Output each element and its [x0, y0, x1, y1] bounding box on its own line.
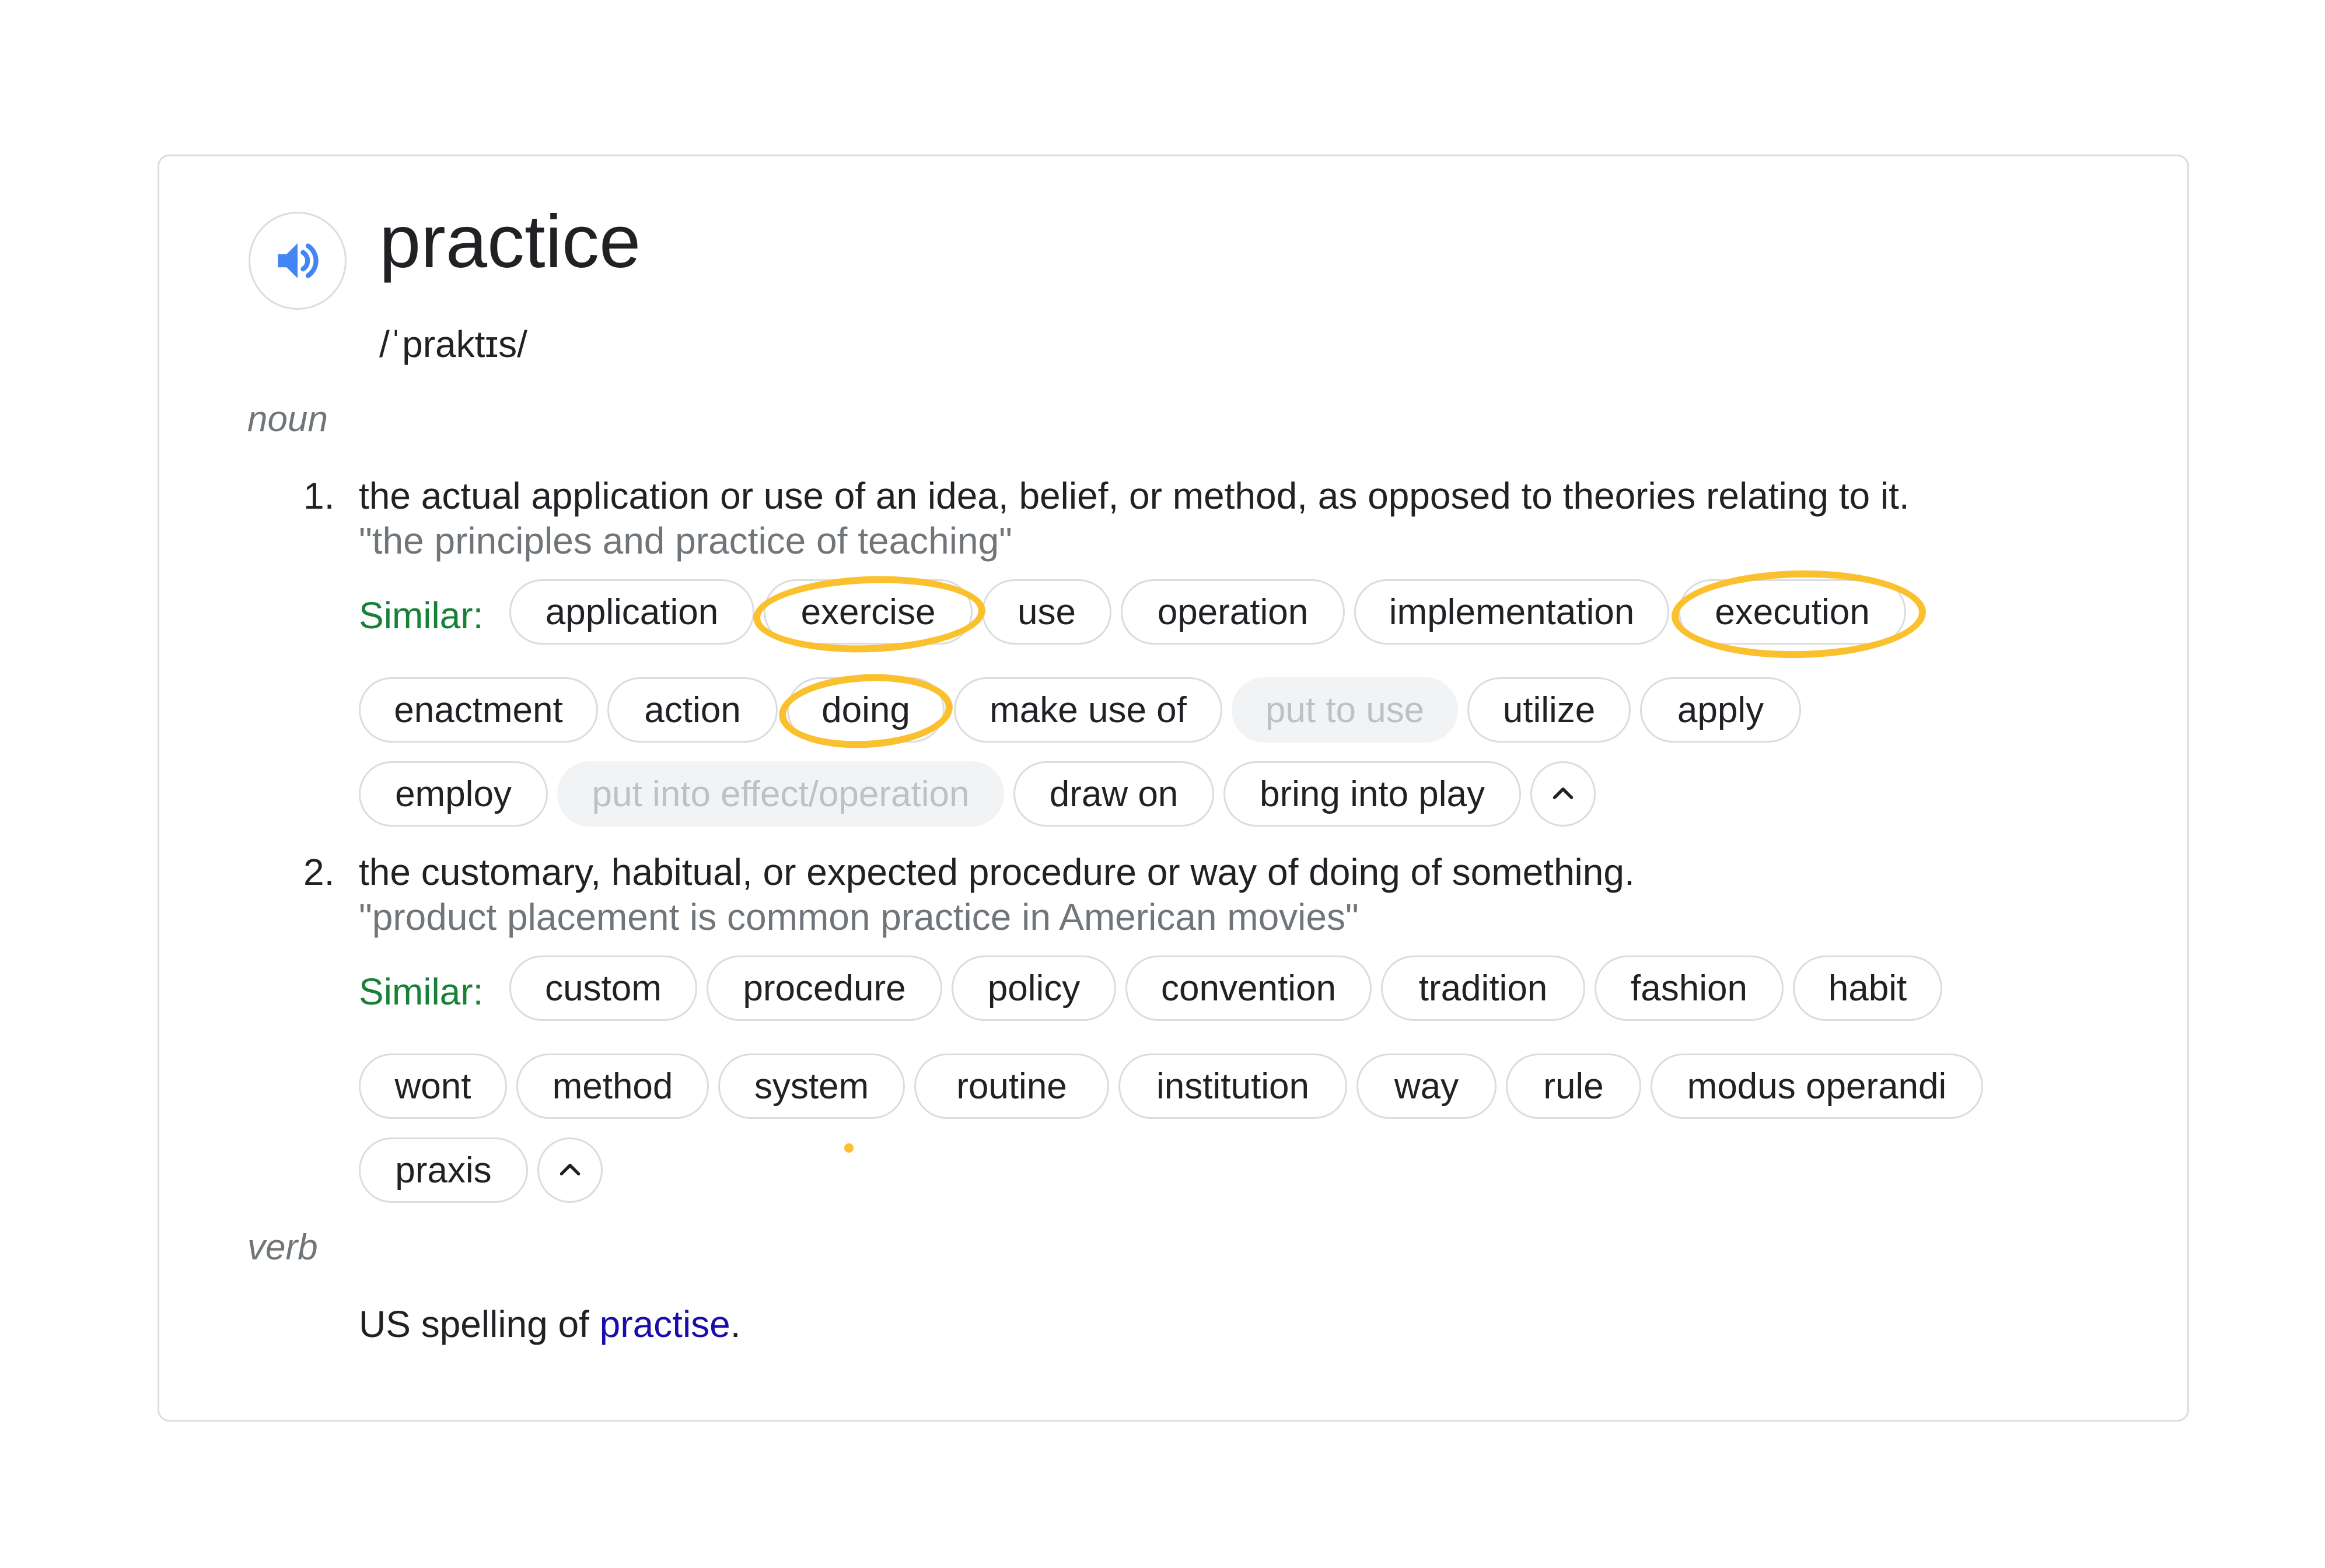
- synonym-chip[interactable]: doing: [787, 677, 945, 743]
- synonym-chip[interactable]: exercise: [764, 579, 973, 645]
- synonym-chip[interactable]: way: [1356, 1054, 1497, 1119]
- synonym-chip[interactable]: procedure: [707, 956, 942, 1021]
- collapse-button[interactable]: [537, 1138, 603, 1203]
- synonym-chip[interactable]: use: [982, 579, 1111, 645]
- sense-example: "product placement is common practice in…: [359, 896, 1359, 938]
- chevron-up-icon: [1553, 787, 1574, 799]
- synonym-chip[interactable]: application: [509, 579, 754, 645]
- similar-label: Similar:: [359, 971, 484, 1013]
- sense-number: 1.: [303, 475, 335, 517]
- part-of-speech-noun: noun: [247, 399, 328, 439]
- phonetic: /ˈpraktɪs/: [379, 323, 527, 365]
- synonym-chip[interactable]: wont: [359, 1054, 507, 1119]
- part-of-speech-verb: verb: [247, 1227, 318, 1268]
- synonym-chip[interactable]: draw on: [1013, 761, 1214, 827]
- synonym-chip[interactable]: implementation: [1354, 579, 1669, 645]
- synonym-chip[interactable]: execution: [1679, 579, 1906, 645]
- sense-number: 2.: [303, 851, 335, 893]
- synonym-chip[interactable]: system: [718, 1054, 905, 1119]
- synonym-chip[interactable]: operation: [1121, 579, 1345, 645]
- collapse-button[interactable]: [1530, 761, 1596, 827]
- synonym-chip[interactable]: action: [607, 677, 778, 743]
- pronounce-button[interactable]: [249, 212, 347, 310]
- chevron-up-icon: [560, 1163, 581, 1175]
- synonym-chip[interactable]: routine: [914, 1054, 1109, 1119]
- headword: practice: [379, 200, 641, 284]
- verb-suffix: .: [730, 1303, 741, 1345]
- synonym-chip[interactable]: institution: [1118, 1054, 1347, 1119]
- synonym-chip[interactable]: habit: [1793, 956, 1942, 1021]
- synonym-chip-disabled: put into effect/operation: [557, 761, 1004, 827]
- synonym-chip-disabled: put to use: [1232, 677, 1458, 743]
- synonym-chip[interactable]: convention: [1125, 956, 1372, 1021]
- sense-example: "the principles and practice of teaching…: [359, 520, 1012, 562]
- sense-definition: the customary, habitual, or expected pro…: [359, 851, 1635, 893]
- synonym-chip[interactable]: fashion: [1595, 956, 1784, 1021]
- verb-text: US spelling of: [359, 1303, 600, 1345]
- synonym-chip[interactable]: rule: [1506, 1054, 1641, 1119]
- synonym-chip[interactable]: method: [516, 1054, 709, 1119]
- synonym-chip[interactable]: policy: [952, 956, 1116, 1021]
- synonym-chip[interactable]: praxis: [359, 1138, 528, 1203]
- synonym-chip[interactable]: employ: [359, 761, 548, 827]
- practise-link[interactable]: practise: [600, 1303, 730, 1345]
- verb-definition: US spelling of practise.: [359, 1303, 741, 1346]
- sense-definition: the actual application or use of an idea…: [359, 475, 1910, 517]
- synonym-chip[interactable]: make use of: [954, 677, 1222, 743]
- similar-label: Similar:: [359, 594, 484, 636]
- highlight-dot: [844, 1143, 854, 1153]
- synonym-chip[interactable]: utilize: [1467, 677, 1631, 743]
- volume-icon: [278, 243, 319, 278]
- dictionary-card: practice /ˈpraktɪs/ noun 1. the actual a…: [158, 155, 2189, 1422]
- synonym-chip[interactable]: enactment: [359, 677, 598, 743]
- synonym-chip[interactable]: apply: [1640, 677, 1801, 743]
- synonym-chip[interactable]: custom: [509, 956, 697, 1021]
- synonym-chip[interactable]: tradition: [1381, 956, 1585, 1021]
- synonym-chip[interactable]: bring into play: [1223, 761, 1521, 827]
- synonym-chip[interactable]: modus operandi: [1651, 1054, 1983, 1119]
